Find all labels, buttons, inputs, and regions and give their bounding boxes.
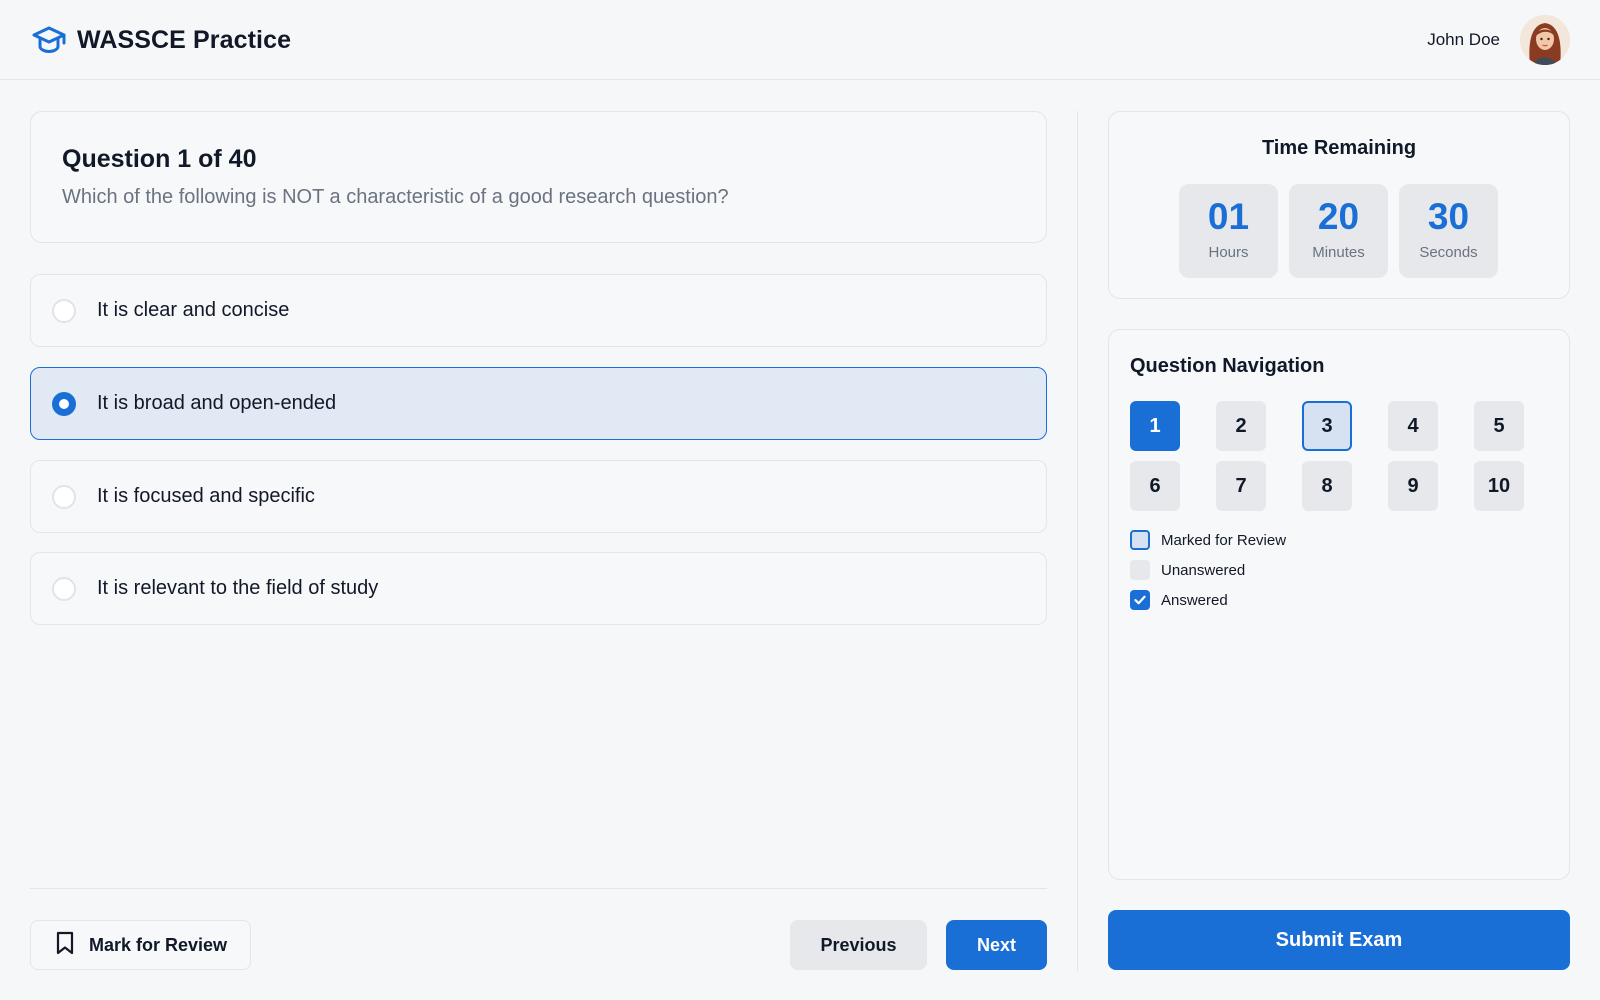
mark-for-review-label: Mark for Review — [89, 934, 228, 955]
graduation-cap-icon — [31, 22, 67, 58]
question-button-3[interactable]: 3 — [1302, 401, 1352, 451]
user-menu[interactable]: John Doe — [1427, 15, 1570, 65]
top-bar: WASSCE Practice John Doe — [0, 0, 1600, 80]
timer-hours: 01 Hours — [1179, 184, 1278, 278]
option-label: It is relevant to the field of study — [97, 577, 379, 599]
question-card: Question 1 of 40 Which of the following … — [30, 111, 1047, 243]
option-label: It is clear and concise — [97, 299, 290, 321]
seconds-label: Seconds — [1419, 244, 1478, 261]
option-label: It is broad and open-ended — [97, 392, 337, 414]
mark-for-review-button[interactable]: Mark for Review — [30, 920, 251, 970]
navigation-title: Question Navigation — [1130, 355, 1325, 377]
minutes-label: Minutes — [1312, 244, 1365, 261]
bookmark-icon — [55, 931, 75, 960]
timer-title: Time Remaining — [1261, 137, 1417, 159]
submit-exam-button[interactable]: Submit Exam — [1108, 910, 1570, 970]
question-button-10[interactable]: 10 — [1474, 461, 1524, 511]
previous-button[interactable]: Previous — [790, 920, 927, 970]
question-button-4[interactable]: 4 — [1388, 401, 1438, 451]
timer-card: Time Remaining 01 Hours 20 Minutes 30 Se… — [1108, 111, 1570, 299]
answer-option-d[interactable]: It is relevant to the field of study — [30, 552, 1047, 625]
timer-minutes: 20 Minutes — [1289, 184, 1388, 278]
avatar[interactable] — [1520, 15, 1570, 65]
radio-button[interactable] — [52, 484, 76, 509]
question-button-7[interactable]: 7 — [1216, 461, 1266, 511]
brand[interactable]: WASSCE Practice — [31, 22, 291, 58]
question-navigation-card: Question Navigation 1 2 3 4 5 6 7 8 9 10… — [1108, 329, 1570, 880]
footer-divider — [30, 888, 1047, 889]
answer-option-c[interactable]: It is focused and specific — [30, 460, 1047, 533]
question-text: Which of the following is NOT a characte… — [62, 186, 729, 208]
legend-answered-label: Answered — [1161, 591, 1228, 609]
unanswered-swatch — [1130, 560, 1150, 580]
legend-review-label: Marked for Review — [1161, 531, 1287, 549]
question-button-2[interactable]: 2 — [1216, 401, 1266, 451]
radio-button[interactable] — [52, 576, 76, 601]
navigation-legend: Marked for Review Unanswered Answered — [1130, 530, 1286, 620]
review-swatch — [1130, 530, 1150, 550]
next-button[interactable]: Next — [946, 920, 1047, 970]
seconds-value: 30 — [1427, 196, 1470, 237]
timer-boxes: 01 Hours 20 Minutes 30 Seconds — [1179, 184, 1498, 278]
question-grid: 1 2 3 4 5 6 7 8 9 10 — [1130, 401, 1524, 511]
checkmark-icon — [1130, 590, 1150, 610]
question-button-5[interactable]: 5 — [1474, 401, 1524, 451]
option-label: It is focused and specific — [97, 485, 315, 507]
answer-option-a[interactable]: It is clear and concise — [30, 274, 1047, 347]
brand-title: WASSCE Practice — [77, 25, 292, 54]
minutes-value: 20 — [1317, 196, 1360, 237]
column-divider — [1077, 111, 1078, 971]
radio-button-selected[interactable] — [52, 391, 76, 416]
radio-button[interactable] — [52, 298, 76, 323]
legend-unanswered: Unanswered — [1130, 560, 1286, 580]
hours-value: 01 — [1207, 196, 1250, 237]
legend-review: Marked for Review — [1130, 530, 1286, 550]
legend-unanswered-label: Unanswered — [1161, 561, 1246, 579]
user-name: John Doe — [1427, 30, 1500, 49]
answer-option-b[interactable]: It is broad and open-ended — [30, 367, 1047, 440]
timer-seconds: 30 Seconds — [1399, 184, 1498, 278]
question-button-8[interactable]: 8 — [1302, 461, 1352, 511]
question-title: Question 1 of 40 — [62, 145, 257, 173]
question-button-6[interactable]: 6 — [1130, 461, 1180, 511]
question-button-9[interactable]: 9 — [1388, 461, 1438, 511]
question-button-1[interactable]: 1 — [1130, 401, 1180, 451]
hours-label: Hours — [1208, 244, 1249, 261]
legend-answered: Answered — [1130, 590, 1286, 610]
